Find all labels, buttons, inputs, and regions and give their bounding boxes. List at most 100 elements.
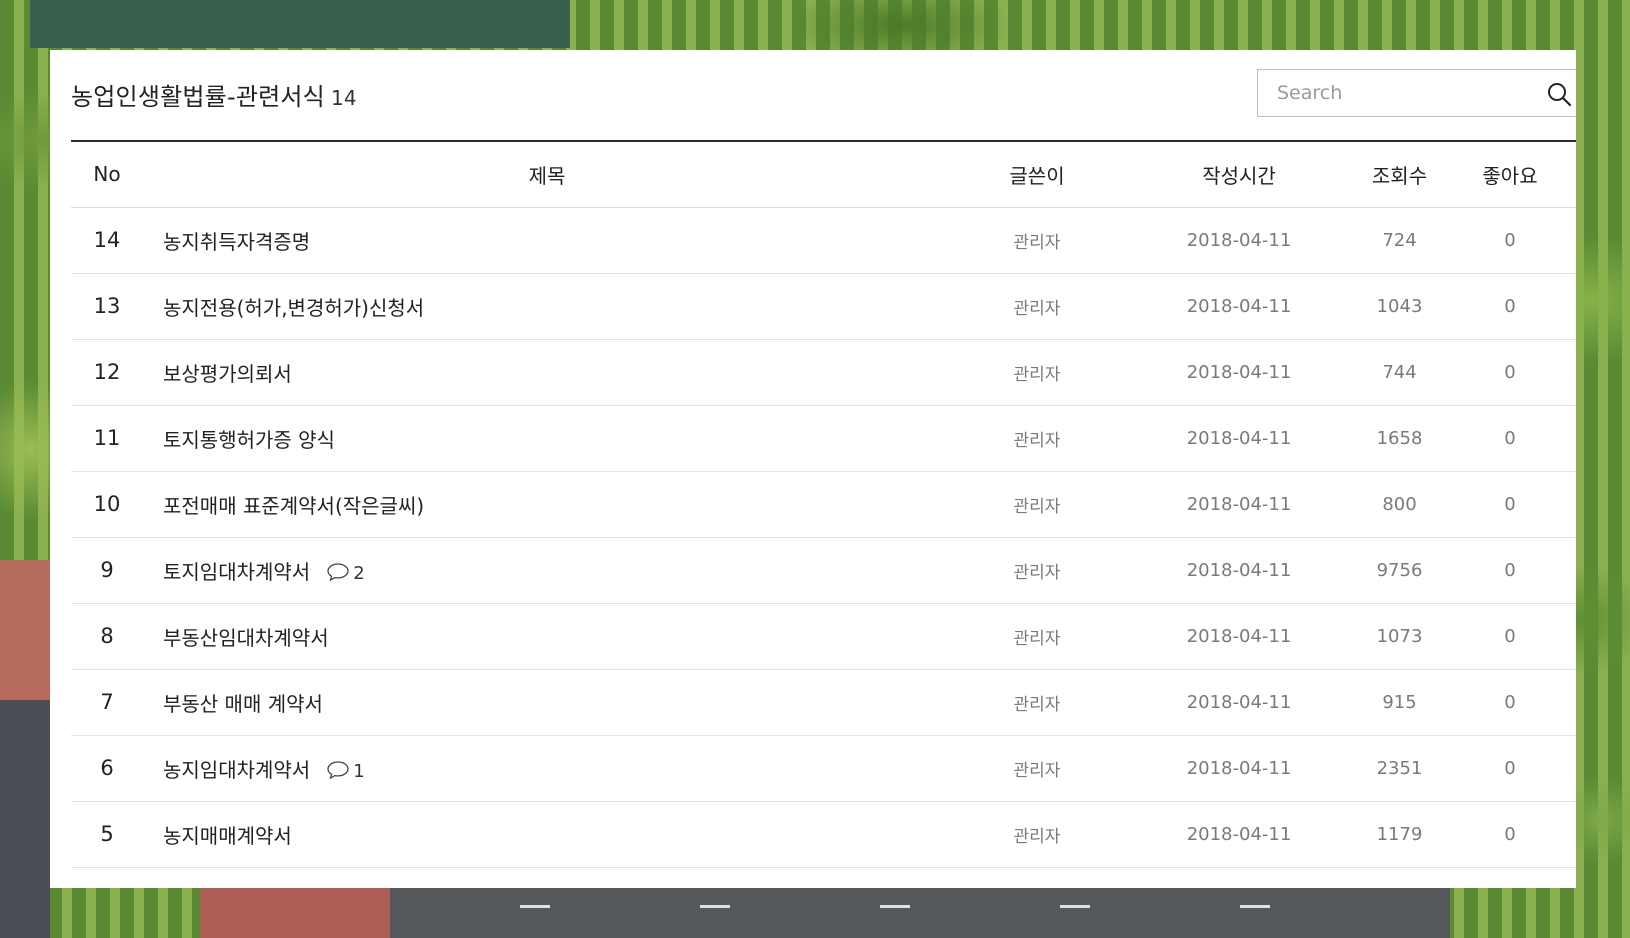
post-likes: 0 [1504, 427, 1516, 449]
post-subject-link[interactable]: 보상평가의뢰서 [163, 362, 292, 386]
post-likes: 0 [1504, 229, 1516, 251]
search-icon[interactable] [1546, 81, 1572, 107]
post-number: 13 [93, 294, 121, 318]
post-date: 2018-04-11 [1186, 757, 1292, 779]
post-likes: 0 [1504, 757, 1516, 779]
post-date: 2018-04-11 [1186, 295, 1292, 317]
post-likes: 0 [1504, 559, 1516, 581]
post-likes: 0 [1504, 493, 1516, 515]
road-marking [1240, 905, 1270, 908]
comment-count-value: 1 [353, 761, 365, 782]
post-subject-link[interactable]: 토지임대차계약서 [163, 560, 310, 584]
post-author: 관리자 [1013, 496, 1061, 517]
table-row: 12 보상평가의뢰서 관리자 2018-04-11 744 0 [71, 339, 1576, 405]
background-water [30, 0, 570, 48]
background-road [390, 880, 1450, 938]
post-subject-cell: 포전매매 표준계약서(작은글씨) [143, 471, 951, 537]
post-subject-cell: 농지임대차계약서 1 [143, 735, 951, 801]
comment-count[interactable]: 1 [326, 760, 365, 782]
post-number: 10 [93, 492, 121, 516]
post-subject-link[interactable]: 토지통행허가증 양식 [163, 428, 335, 452]
header-views: 조회수 [1371, 163, 1428, 188]
post-views: 1073 [1376, 625, 1423, 647]
background-road [0, 700, 50, 938]
header-likes: 좋아요 [1482, 163, 1538, 188]
table-row: 8 부동산임대차계약서 관리자 2018-04-11 1073 0 [71, 603, 1576, 669]
post-views: 1179 [1376, 823, 1423, 845]
post-author: 관리자 [1013, 694, 1061, 715]
post-subject-link[interactable]: 부동산임대차계약서 [163, 626, 329, 650]
post-subject-link[interactable]: 포전매매 표준계약서(작은글씨) [163, 494, 424, 518]
post-author: 관리자 [1013, 826, 1061, 847]
post-number: 11 [93, 426, 121, 450]
post-author: 관리자 [1013, 430, 1061, 451]
search-box [1257, 69, 1576, 117]
post-number: 9 [100, 558, 114, 582]
background-roof [0, 560, 50, 710]
comment-count[interactable]: 2 [326, 562, 365, 584]
table-row: 9 토지임대차계약서 2 관리자 2018-04-11 9756 0 [71, 537, 1576, 603]
post-views: 1658 [1376, 427, 1423, 449]
header-date: 작성시간 [1202, 163, 1276, 188]
table-row: 5 농지매매계약서 관리자 2018-04-11 1179 0 [71, 801, 1576, 867]
post-subject-link[interactable]: 농지전용(허가,변경허가)신청서 [163, 296, 424, 320]
table-row: 7 부동산 매매 계약서 관리자 2018-04-11 915 0 [71, 669, 1576, 735]
post-date: 2018-04-11 [1186, 427, 1292, 449]
header-subject: 제목 [528, 163, 566, 188]
post-subject-link[interactable]: 농지매매계약서 [163, 824, 292, 848]
post-author: 관리자 [1013, 298, 1061, 319]
post-number: 7 [100, 690, 114, 714]
post-views: 1043 [1376, 295, 1423, 317]
post-date: 2018-04-11 [1186, 559, 1292, 581]
post-date: 2018-04-11 [1186, 625, 1292, 647]
post-subject-cell: 농지전용(허가,변경허가)신청서 [143, 273, 951, 339]
post-views: 724 [1382, 229, 1417, 251]
post-date: 2018-04-11 [1186, 361, 1292, 383]
board-panel: 농업인생활법률-관련서식14 No 제목 글쓴이 작성시간 조회수 좋아요 [50, 50, 1576, 888]
post-views: 915 [1382, 691, 1417, 713]
post-number: 14 [93, 228, 121, 252]
post-date: 2018-04-11 [1186, 691, 1292, 713]
table-row: 11 토지통행허가증 양식 관리자 2018-04-11 1658 0 [71, 405, 1576, 471]
header-no: No [93, 162, 121, 187]
post-date: 2018-04-11 [1186, 493, 1292, 515]
post-number: 12 [93, 360, 121, 384]
post-likes: 0 [1504, 361, 1516, 383]
post-views: 744 [1382, 361, 1417, 383]
post-number: 5 [100, 822, 114, 846]
post-subject-cell: 부동산 매매 계약서 [143, 669, 951, 735]
post-subject-cell: 토지통행허가증 양식 [143, 405, 951, 471]
post-likes: 0 [1504, 295, 1516, 317]
post-author: 관리자 [1013, 628, 1061, 649]
post-subject-cell: 농지취득자격증명 [143, 207, 951, 273]
post-date: 2018-04-11 [1186, 229, 1292, 251]
post-likes: 0 [1504, 691, 1516, 713]
post-subject-link[interactable]: 농지임대차계약서 [163, 758, 310, 782]
road-marking [1060, 905, 1090, 908]
table-row: 10 포전매매 표준계약서(작은글씨) 관리자 2018-04-11 800 0 [71, 471, 1576, 537]
post-date: 2018-04-11 [1186, 823, 1292, 845]
board-post-count: 14 [330, 86, 357, 110]
road-marking [520, 905, 550, 908]
post-views: 800 [1382, 493, 1417, 515]
post-subject-link[interactable]: 부동산 매매 계약서 [163, 692, 323, 716]
background-roof [200, 880, 390, 938]
post-table: No 제목 글쓴이 작성시간 조회수 좋아요 14 농지취득자격증명 관리자 2… [71, 140, 1576, 868]
post-views: 2351 [1376, 757, 1423, 779]
post-likes: 0 [1504, 823, 1516, 845]
table-header-row: No 제목 글쓴이 작성시간 조회수 좋아요 [71, 141, 1576, 207]
post-author: 관리자 [1013, 364, 1061, 385]
post-subject-link[interactable]: 농지취득자격증명 [163, 230, 310, 254]
table-row: 14 농지취득자격증명 관리자 2018-04-11 724 0 [71, 207, 1576, 273]
board-title: 농업인생활법률-관련서식 14 [71, 77, 357, 112]
post-number: 6 [100, 756, 114, 780]
post-author: 관리자 [1013, 232, 1061, 253]
comment-count-value: 2 [353, 563, 365, 584]
post-subject-cell: 부동산임대차계약서 [143, 603, 951, 669]
table-body: 14 농지취득자격증명 관리자 2018-04-11 724 0 13 농지전용… [71, 207, 1576, 867]
header-author: 글쓴이 [1009, 163, 1065, 188]
post-subject-cell: 농지매매계약서 [143, 801, 951, 867]
post-subject-cell: 토지임대차계약서 2 [143, 537, 951, 603]
search-input[interactable] [1258, 70, 1528, 116]
post-author: 관리자 [1013, 760, 1061, 781]
